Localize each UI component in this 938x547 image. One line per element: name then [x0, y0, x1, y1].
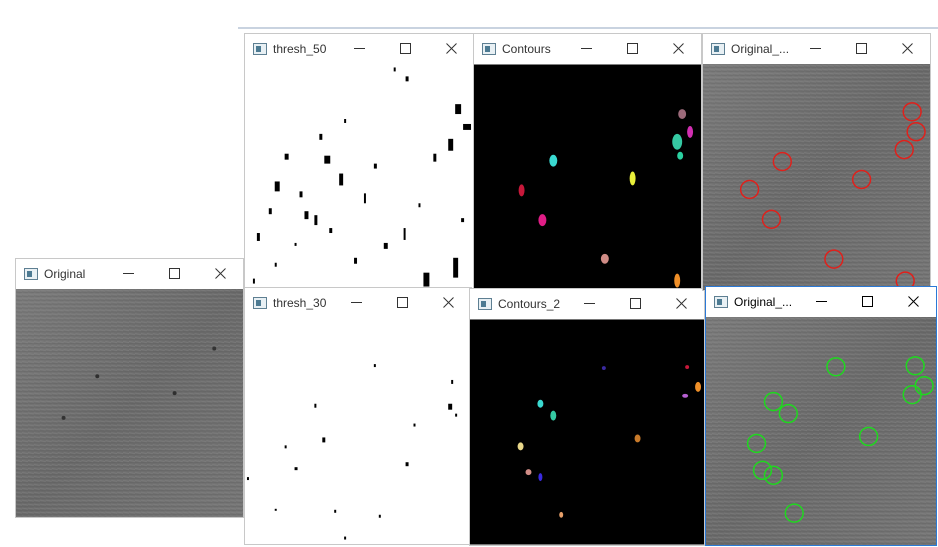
window-original[interactable]: Original: [15, 258, 244, 518]
maximize-icon: [861, 296, 873, 307]
maximize-icon: [626, 43, 638, 54]
close-icon: [672, 43, 684, 54]
image-original-red-markers: [703, 64, 930, 290]
close-button[interactable]: [197, 259, 243, 288]
window-thresh-30[interactable]: thresh_30: [244, 287, 472, 545]
window-contours[interactable]: Contours: [473, 33, 702, 291]
maximize-icon: [396, 297, 408, 308]
title-bar[interactable]: Original_...: [706, 287, 936, 316]
maximize-button[interactable]: [838, 34, 884, 63]
close-button[interactable]: [658, 289, 704, 318]
title-bar[interactable]: Contours: [474, 34, 701, 63]
close-icon: [907, 296, 919, 307]
window-title: thresh_30: [273, 295, 327, 310]
close-button[interactable]: [890, 287, 936, 316]
maximize-button[interactable]: [151, 259, 197, 288]
minimize-icon: [580, 48, 592, 49]
maximize-button[interactable]: [844, 287, 890, 316]
close-icon: [214, 268, 226, 279]
minimize-button[interactable]: [105, 259, 151, 288]
image-contours: [474, 64, 701, 290]
close-button[interactable]: [428, 34, 474, 63]
close-icon: [445, 43, 457, 54]
minimize-button[interactable]: [336, 34, 382, 63]
window-title: Original_...: [731, 41, 790, 56]
close-button[interactable]: [884, 34, 930, 63]
title-bar[interactable]: Contours_2: [470, 289, 704, 318]
window-title: Contours_2: [498, 296, 561, 311]
image-original: [16, 289, 243, 517]
window-contours-2[interactable]: Contours_2: [469, 288, 705, 546]
background-window-edge: [238, 27, 938, 29]
minimize-icon: [122, 273, 134, 274]
title-bar[interactable]: thresh_30: [245, 288, 471, 317]
image-thresh-50: [245, 64, 474, 291]
app-icon: [478, 297, 492, 310]
window-thresh-50[interactable]: thresh_50: [244, 33, 475, 292]
window-original-green[interactable]: Original_...: [705, 286, 937, 546]
title-bar[interactable]: Original_...: [703, 34, 930, 63]
close-icon: [442, 297, 454, 308]
minimize-button[interactable]: [333, 288, 379, 317]
maximize-icon: [399, 43, 411, 54]
image-thresh-30: [245, 318, 471, 544]
title-bar[interactable]: Original: [16, 259, 243, 288]
close-icon: [675, 298, 687, 309]
maximize-icon: [168, 268, 180, 279]
app-icon: [482, 42, 496, 55]
window-title: Original: [44, 266, 86, 281]
minimize-icon: [583, 303, 595, 304]
maximize-icon: [629, 298, 641, 309]
title-bar[interactable]: thresh_50: [245, 34, 474, 63]
image-contours-2: [470, 319, 704, 545]
close-icon: [901, 43, 913, 54]
maximize-button[interactable]: [382, 34, 428, 63]
maximize-button[interactable]: [379, 288, 425, 317]
app-icon: [253, 296, 267, 309]
minimize-icon: [815, 301, 827, 302]
app-icon: [253, 42, 267, 55]
window-title: Original_...: [734, 294, 793, 309]
app-icon: [711, 42, 725, 55]
maximize-button[interactable]: [609, 34, 655, 63]
image-original-green-markers: [706, 317, 936, 545]
window-title: Contours: [502, 41, 551, 56]
minimize-button[interactable]: [792, 34, 838, 63]
close-button[interactable]: [655, 34, 701, 63]
minimize-button[interactable]: [566, 289, 612, 318]
minimize-icon: [350, 302, 362, 303]
minimize-button[interactable]: [563, 34, 609, 63]
maximize-button[interactable]: [612, 289, 658, 318]
close-button[interactable]: [425, 288, 471, 317]
app-icon: [24, 267, 38, 280]
maximize-icon: [855, 43, 867, 54]
minimize-icon: [353, 48, 365, 49]
window-original-red[interactable]: Original_...: [702, 33, 931, 291]
app-icon: [714, 295, 728, 308]
minimize-icon: [809, 48, 821, 49]
minimize-button[interactable]: [798, 287, 844, 316]
window-title: thresh_50: [273, 41, 327, 56]
